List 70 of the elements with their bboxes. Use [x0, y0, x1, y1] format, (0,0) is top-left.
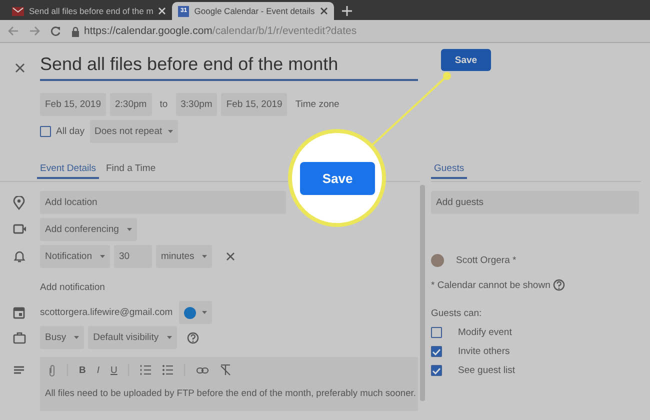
- guest-name: Scott Orgera *: [456, 255, 516, 266]
- save-button[interactable]: Save: [300, 162, 375, 195]
- lock-icon: [71, 26, 80, 36]
- numbered-list-icon[interactable]: [140, 364, 152, 376]
- permission-checkbox[interactable]: [431, 365, 442, 376]
- time-zone-link[interactable]: Time zone: [291, 99, 344, 110]
- permissions-heading: Guests can:: [431, 308, 483, 319]
- new-tab-icon[interactable]: [342, 6, 352, 16]
- caret-icon: [126, 228, 132, 231]
- date-time-field[interactable]: 2:30pm: [110, 93, 152, 116]
- avatar: [431, 254, 444, 267]
- bullet-list-icon[interactable]: [162, 364, 174, 376]
- close-icon[interactable]: [15, 63, 25, 73]
- to-label: to: [158, 99, 169, 110]
- permission-checkbox[interactable]: [431, 327, 442, 338]
- clear-format-icon[interactable]: [220, 364, 232, 376]
- save-button[interactable]: Save: [441, 49, 491, 71]
- link-icon[interactable]: [196, 366, 210, 374]
- attachment-icon[interactable]: [47, 364, 56, 376]
- bell-icon: [13, 250, 27, 264]
- format-button[interactable]: U: [110, 364, 118, 376]
- date-time-field[interactable]: 3:30pm: [176, 93, 218, 116]
- all-day-label: All day: [56, 126, 85, 137]
- permission-label: Modify event: [458, 327, 512, 338]
- help-icon[interactable]: [186, 332, 199, 344]
- caret-icon: [100, 255, 105, 258]
- briefcase-icon: [13, 330, 27, 344]
- video-icon: [13, 222, 27, 236]
- date-time-field[interactable]: Feb 15, 2019: [221, 93, 288, 116]
- minutes-field[interactable]: 30: [114, 245, 152, 268]
- conferencing-dropdown[interactable]: Add conferencing: [40, 218, 137, 241]
- reload-icon[interactable]: [50, 26, 61, 36]
- check-icon: [432, 348, 441, 356]
- permission-label: See guest list: [458, 365, 516, 376]
- repeat-dropdown[interactable]: Does not repeat: [90, 120, 178, 143]
- availability-dropdown[interactable]: Busy: [40, 326, 84, 349]
- close-icon[interactable]: [320, 7, 328, 15]
- check-icon: [432, 366, 441, 374]
- color-dropdown[interactable]: [178, 301, 212, 324]
- format-button[interactable]: B: [79, 364, 86, 376]
- permission-label: Invite others: [458, 346, 510, 357]
- guests-tab[interactable]: Guests: [431, 157, 468, 179]
- permission-checkbox[interactable]: [431, 346, 442, 357]
- description-text: All files need to be uploaded by FTP before the end of the month, preferably much sooner.: [45, 388, 416, 398]
- date-time-field[interactable]: Feb 15, 2019: [40, 93, 106, 116]
- add-notification-link[interactable]: Add notification: [40, 282, 105, 293]
- caret-icon: [168, 130, 174, 133]
- caret-icon: [202, 255, 208, 258]
- caret-icon: [166, 336, 172, 339]
- title-field[interactable]: Send all files before end of the month: [40, 54, 418, 81]
- calendar-icon: [13, 306, 27, 320]
- visibility-dropdown[interactable]: Default visibility: [88, 326, 177, 349]
- notification-dropdown[interactable]: Notification: [40, 245, 110, 268]
- close-icon[interactable]: [226, 252, 236, 261]
- section-tab[interactable]: Event Details: [37, 157, 99, 179]
- caret-icon: [74, 336, 80, 339]
- help-icon[interactable]: [553, 279, 566, 291]
- all-day-checkbox[interactable]: [40, 126, 51, 137]
- location-icon: [13, 196, 27, 210]
- format-button[interactable]: I: [96, 364, 100, 376]
- calendar-note: * Calendar cannot be shown: [431, 280, 550, 290]
- description-field[interactable]: B I U All files need to be uploaded by FTP before the end of the month, preferably much sooner.: [40, 357, 418, 411]
- caret-icon: [202, 311, 207, 314]
- guests-field[interactable]: Add guests: [431, 191, 639, 214]
- section-tab[interactable]: Find a Time: [102, 157, 159, 179]
- mail-icon: [12, 6, 24, 16]
- location-field[interactable]: Add location: [40, 191, 286, 214]
- browser-tab[interactable]: Send all files before end of the m: [6, 2, 172, 20]
- calendar-email: scottorgera.lifewire@gmail.com: [40, 307, 173, 318]
- unit-dropdown[interactable]: minutes: [156, 245, 212, 268]
